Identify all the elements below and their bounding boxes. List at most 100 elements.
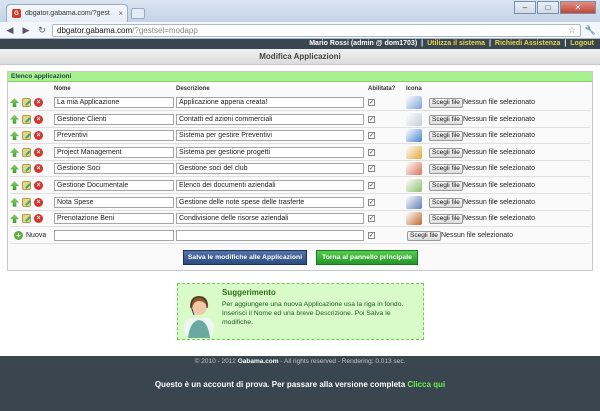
delete-icon[interactable]: ×: [34, 197, 43, 207]
forward-icon[interactable]: ▶: [20, 24, 32, 36]
table-row: × Gestione Documentale Elenco dei document…: [10, 179, 590, 194]
delete-icon[interactable]: ×: [34, 164, 43, 174]
url-input[interactable]: dbgator.gabama.com/?gestsel=modapp ☆: [52, 23, 581, 37]
bookmark-star-icon[interactable]: ☆: [568, 25, 576, 36]
delete-icon[interactable]: ×: [34, 98, 43, 107]
link-logout[interactable]: Logout: [570, 40, 594, 47]
new-name-input[interactable]: [54, 230, 174, 241]
tab-close-icon[interactable]: ×: [118, 9, 123, 18]
no-file-text: Nessun file selezionato: [463, 148, 535, 156]
delete-icon[interactable]: ×: [34, 147, 43, 157]
app-name-input[interactable]: Nota Spese: [54, 196, 174, 208]
column-header-name: Nome: [54, 86, 71, 92]
table-row: × Prenotazione Beni Condivisione delle ris…: [10, 212, 590, 228]
demo-text: Questo è un account di prova. Per passar…: [154, 380, 408, 389]
move-up-icon[interactable]: [10, 114, 19, 124]
delete-icon[interactable]: ×: [34, 181, 43, 190]
edit-icon[interactable]: [22, 147, 31, 157]
delete-icon[interactable]: ×: [34, 214, 43, 224]
app-name-input[interactable]: Preventivi: [54, 130, 174, 142]
choose-file-button[interactable]: Scegli file: [429, 214, 463, 225]
choose-file-button[interactable]: Scegli file: [429, 197, 463, 208]
edit-icon[interactable]: [22, 98, 31, 107]
edit-icon[interactable]: [22, 164, 31, 174]
app-name-input[interactable]: Gestione Soci: [54, 163, 174, 175]
choose-file-button[interactable]: Scegli file: [429, 181, 463, 191]
move-up-icon[interactable]: [10, 131, 19, 141]
link-request-support[interactable]: Richiedi Assistenza: [495, 40, 561, 47]
wrench-menu-icon[interactable]: 🔧: [585, 25, 596, 36]
back-icon[interactable]: ◀: [4, 24, 16, 36]
app-icon-preview: [406, 195, 422, 209]
no-file-text: Nessun file selezionato: [463, 182, 535, 189]
app-name-input[interactable]: Project Management: [54, 146, 174, 158]
no-file-text: Nessun file selezionato: [463, 99, 535, 106]
table-row: × Preventivi Sistema per gestire Preventiv…: [10, 129, 590, 145]
app-name-input[interactable]: Prenotazione Beni: [54, 213, 174, 225]
move-up-icon[interactable]: [10, 181, 19, 190]
new-no-file-text: Nessun file selezionato: [441, 232, 513, 239]
app-description-input[interactable]: Sistema per gestione progetti: [176, 146, 364, 158]
app-icon-preview: [406, 162, 422, 176]
app-enabled-checkbox[interactable]: ✓: [368, 115, 375, 123]
new-choose-file-button[interactable]: Scegli file: [407, 231, 441, 241]
new-app-row: + Nuova ✓ Scegli file Nessun file selezi…: [10, 229, 590, 244]
choose-file-button[interactable]: Scegli file: [429, 164, 463, 175]
browser-tab[interactable]: G dbgator.gabama.com/?gest ×: [6, 4, 128, 22]
no-file-text: Nessun file selezionato: [463, 165, 535, 173]
move-up-icon[interactable]: [10, 197, 19, 207]
delete-icon[interactable]: ×: [34, 131, 43, 141]
app-name-input[interactable]: Gestione Documentale: [54, 180, 174, 191]
back-to-dashboard-button[interactable]: Torna al pannello principale: [316, 250, 418, 265]
app-description-input[interactable]: Condivisione delle risorse aziendali: [176, 213, 364, 225]
app-enabled-checkbox[interactable]: ✓: [368, 198, 375, 206]
choose-file-button[interactable]: Scegli file: [429, 98, 463, 108]
app-enabled-checkbox[interactable]: ✓: [368, 182, 375, 189]
table-row: × Project Management Sistema per gestione …: [10, 145, 590, 161]
app-icon-preview: [406, 96, 422, 109]
table-row: × Gestione Clienti Contatti ed azioni comm…: [10, 112, 590, 128]
app-name-input[interactable]: Gestione Clienti: [54, 113, 174, 125]
app-enabled-checkbox[interactable]: ✓: [368, 148, 375, 156]
panel-title: Elenco applicazioni: [8, 72, 592, 82]
delete-icon[interactable]: ×: [34, 114, 43, 124]
upgrade-link[interactable]: Clicca qui: [407, 380, 445, 389]
new-description-input[interactable]: [176, 230, 364, 241]
app-description-input[interactable]: Gestione soci del club: [176, 163, 364, 175]
move-up-icon[interactable]: [10, 147, 19, 157]
move-up-icon[interactable]: [10, 98, 19, 107]
table-row: × Gestione Soci Gestione soci del club ✓ Sce…: [10, 162, 590, 178]
app-enabled-checkbox[interactable]: ✓: [368, 215, 375, 223]
page-title: Modifica Applicazioni: [0, 49, 600, 65]
choose-file-button[interactable]: Scegli file: [429, 114, 463, 125]
edit-icon[interactable]: [22, 114, 31, 124]
close-window-button[interactable]: ✕: [560, 1, 596, 14]
move-up-icon[interactable]: [10, 214, 19, 224]
app-description-input[interactable]: Contatti ed azioni commerciali: [176, 113, 364, 125]
link-use-system[interactable]: Utilizza il sistema: [427, 40, 485, 47]
demo-account-banner: Questo è un account di prova. Per passar…: [0, 367, 600, 411]
edit-icon[interactable]: [22, 214, 31, 224]
new-tab-button[interactable]: [131, 8, 145, 19]
footer: © 2010 - 2012 Gabama.com - All rights re…: [0, 356, 600, 367]
app-name-input[interactable]: La mia Applicazione: [54, 97, 174, 108]
reload-icon[interactable]: ↻: [36, 24, 48, 36]
app-enabled-checkbox[interactable]: ✓: [368, 165, 375, 173]
choose-file-button[interactable]: Scegli file: [429, 147, 463, 158]
edit-icon[interactable]: [22, 181, 31, 190]
move-up-icon[interactable]: [10, 164, 19, 174]
app-enabled-checkbox[interactable]: ✓: [368, 99, 375, 106]
app-description-input[interactable]: Elenco dei documenti aziendali: [176, 180, 364, 191]
app-enabled-checkbox[interactable]: ✓: [368, 132, 375, 140]
minimize-button[interactable]: –: [514, 1, 536, 14]
maximize-button[interactable]: □: [537, 1, 559, 14]
app-description-input[interactable]: Applicazione appena creata!: [176, 97, 364, 108]
edit-icon[interactable]: [22, 197, 31, 207]
choose-file-button[interactable]: Scegli file: [429, 131, 463, 142]
footer-brand[interactable]: Gabama.com: [238, 358, 279, 365]
new-enabled-checkbox[interactable]: ✓: [368, 232, 375, 239]
edit-icon[interactable]: [22, 131, 31, 141]
app-description-input[interactable]: Gestione delle note spese delle trasfert…: [176, 196, 364, 208]
app-description-input[interactable]: Sistema per gestire Preventivi: [176, 130, 364, 142]
save-changes-button[interactable]: Salva le modifiche alle Applicazioni: [183, 250, 307, 265]
